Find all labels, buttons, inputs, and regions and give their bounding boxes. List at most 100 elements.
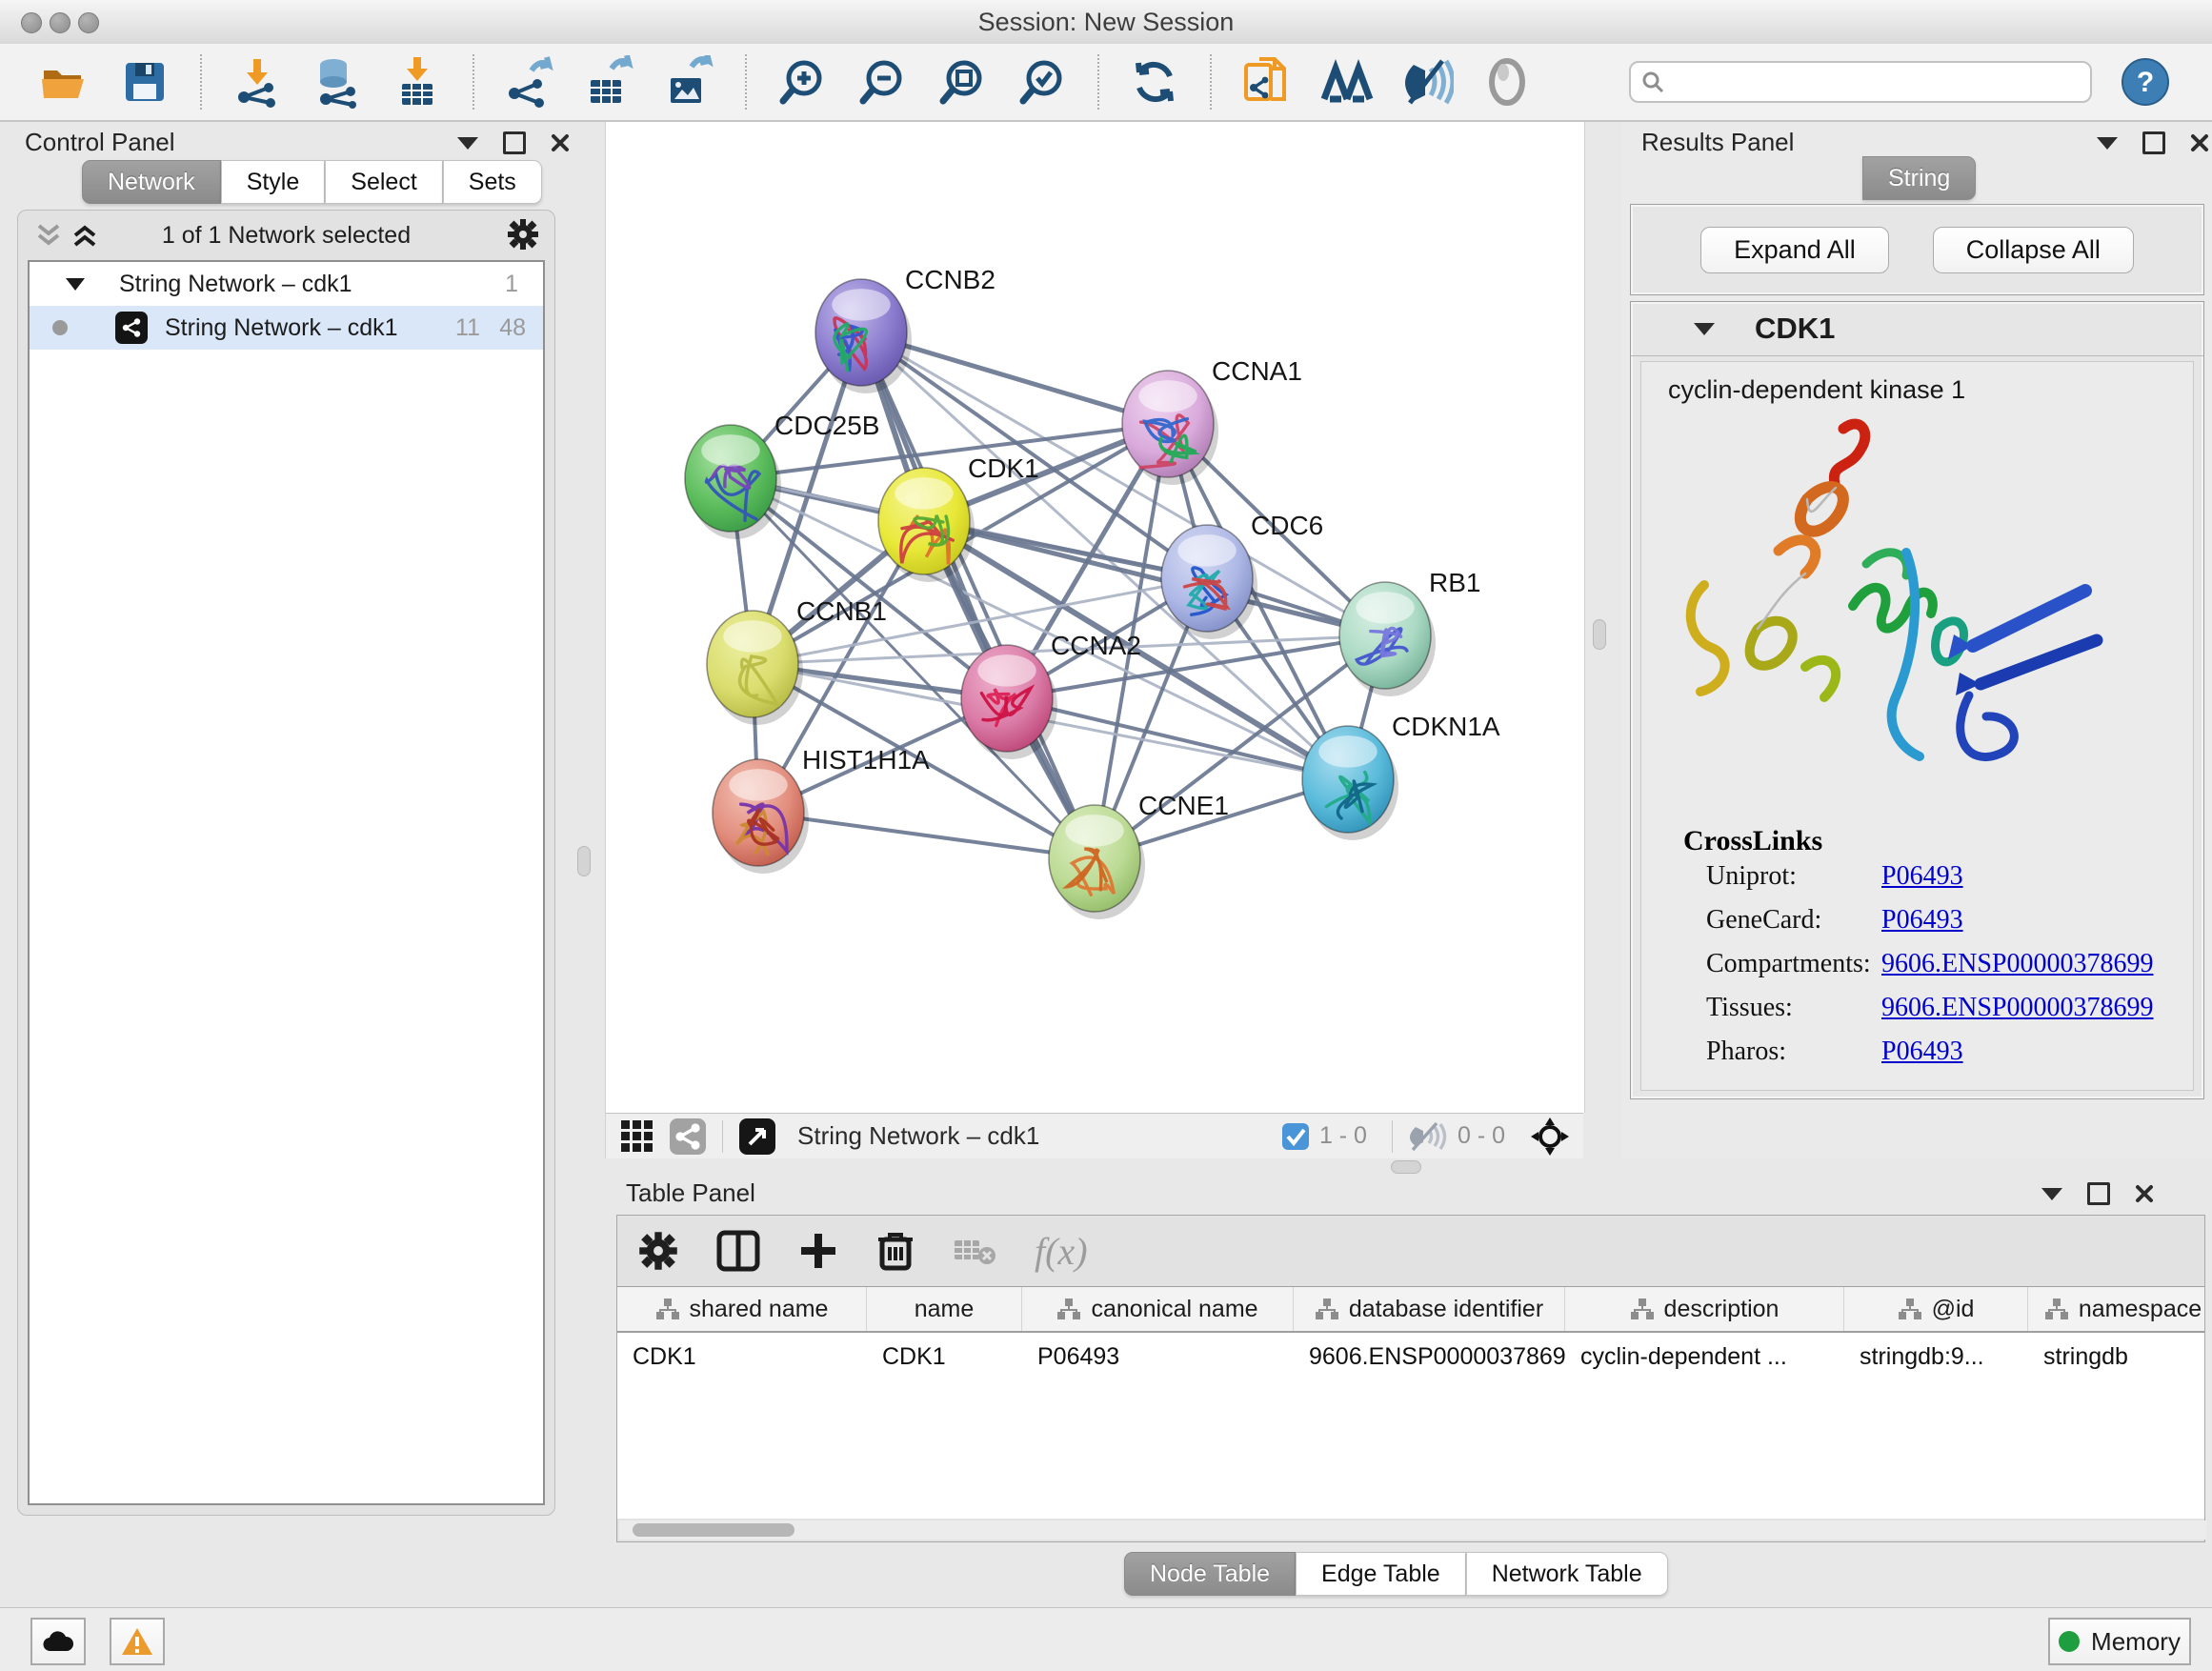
table-row[interactable]: CDK1CDK1P064939606.ENSP00000378699cyclin… [617, 1333, 2204, 1380]
hide-selected-icon[interactable] [1400, 55, 1454, 109]
cloud-icon [42, 1630, 74, 1653]
import-network-from-database-icon[interactable] [311, 55, 364, 109]
export-table-icon[interactable] [583, 55, 636, 109]
panel-menu-icon[interactable] [2097, 137, 2118, 150]
fit-content-crosshair-icon[interactable] [1530, 1117, 1570, 1157]
show-all-icon[interactable] [1480, 55, 1534, 109]
column-header-database-identifier[interactable]: database identifier [1294, 1287, 1565, 1331]
table-cell[interactable]: CDK1 [867, 1333, 1022, 1380]
panel-menu-icon[interactable] [457, 137, 478, 150]
tab-network-table[interactable]: Network Table [1466, 1552, 1668, 1596]
column-header-shared-name[interactable]: shared name [617, 1287, 867, 1331]
panel-float-icon[interactable] [503, 131, 526, 154]
gene-collapse-icon[interactable] [1694, 323, 1715, 335]
column-header-description[interactable]: description [1565, 1287, 1844, 1331]
new-network-from-selection-icon[interactable] [1240, 55, 1294, 109]
scrollbar-thumb[interactable] [633, 1523, 794, 1537]
expand-all-button[interactable]: Expand All [1700, 227, 1889, 273]
cloud-status-button[interactable] [30, 1618, 86, 1665]
apply-layout-icon[interactable] [1128, 55, 1181, 109]
tab-network[interactable]: Network [82, 160, 221, 204]
table-cell[interactable]: cyclin-dependent ... [1565, 1333, 1844, 1380]
network-node-CDKN1A[interactable]: CDKN1A [1302, 712, 1500, 840]
delete-column-icon[interactable] [876, 1230, 915, 1272]
crosslink-row: Tissues: 9606.ENSP00000378699 [1641, 993, 2193, 1037]
create-column-icon[interactable] [798, 1231, 838, 1271]
network-edge[interactable] [861, 332, 1095, 858]
network-row[interactable]: String Network – cdk1 11 48 [30, 306, 543, 350]
detach-view-icon[interactable] [738, 1117, 776, 1156]
memory-status-button[interactable]: Memory [2048, 1618, 2191, 1665]
zoom-fit-icon[interactable] [935, 55, 989, 109]
panel-close-icon[interactable] [551, 133, 570, 152]
gene-entry-header[interactable]: CDK1 [1631, 302, 2203, 356]
panel-float-icon[interactable] [2087, 1182, 2110, 1205]
crosslink-link[interactable]: P06493 [1881, 905, 1963, 936]
export-image-icon[interactable] [663, 55, 716, 109]
panel-close-icon[interactable] [2190, 133, 2209, 152]
column-header-canonical-name[interactable]: canonical name [1022, 1287, 1294, 1331]
import-network-icon[interactable] [231, 55, 284, 109]
network-edge[interactable] [1007, 698, 1348, 779]
tab-edge-table[interactable]: Edge Table [1296, 1552, 1466, 1596]
collection-count: 1 [505, 271, 518, 298]
crosslink-link[interactable]: P06493 [1881, 861, 1963, 892]
grid-view-icon[interactable] [619, 1118, 655, 1155]
table-options-gear-icon[interactable] [638, 1231, 678, 1271]
left-splitter-handle[interactable] [577, 846, 591, 876]
crosslink-link[interactable]: 9606.ENSP00000378699 [1881, 993, 2153, 1023]
table-type-tabs: Node Table Edge Table Network Table [1124, 1552, 1668, 1596]
crosslink-link[interactable]: 9606.ENSP00000378699 [1881, 949, 2153, 979]
warnings-button[interactable] [110, 1618, 165, 1665]
horizontal-splitter-handle[interactable] [1391, 1160, 1421, 1174]
column-header-@id[interactable]: @id [1844, 1287, 2028, 1331]
tab-string[interactable]: String [1862, 156, 1976, 200]
network-node-HIST1H1A[interactable]: HIST1H1A [713, 745, 930, 874]
table-horizontal-scrollbar[interactable] [619, 1520, 2206, 1540]
control-panel: Control Panel Network Style Select Sets … [0, 122, 605, 1607]
toolbar-separator [745, 54, 747, 110]
crosslink-row: Uniprot: P06493 [1641, 861, 2193, 905]
zoom-in-icon[interactable] [775, 55, 829, 109]
right-splitter-handle[interactable] [1593, 619, 1606, 650]
first-neighbors-icon[interactable] [1320, 55, 1374, 109]
tab-sets[interactable]: Sets [443, 160, 542, 204]
zoom-out-icon[interactable] [855, 55, 909, 109]
window-title: Session: New Session [0, 8, 2212, 37]
crosslink-link[interactable]: P06493 [1881, 1037, 1963, 1067]
table-cell[interactable]: stringdb [2028, 1333, 2204, 1380]
save-session-icon[interactable] [118, 55, 171, 109]
zoom-selected-icon[interactable] [1016, 55, 1069, 109]
network-node-CCNB1[interactable]: CCNB1 [707, 596, 887, 725]
tab-style[interactable]: Style [221, 160, 326, 204]
network-node-RB1[interactable]: RB1 [1339, 568, 1480, 696]
network-canvas[interactable]: CCNB2CCNA1CDC25BCDK1CDC6RB1CCNB1CCNA2CDK… [605, 122, 1585, 1113]
open-session-icon[interactable] [38, 55, 91, 109]
column-header-namespace[interactable]: namespace [2028, 1287, 2204, 1331]
network-options-gear-icon[interactable] [507, 218, 539, 251]
panel-close-icon[interactable] [2135, 1184, 2154, 1203]
panel-float-icon[interactable] [2142, 131, 2165, 154]
network-node-CDC6[interactable]: CDC6 [1161, 511, 1323, 639]
help-icon[interactable]: ? [2121, 57, 2170, 107]
table-cell[interactable]: 9606.ENSP00000378699 [1294, 1333, 1565, 1380]
node-label-CDK1: CDK1 [968, 453, 1039, 483]
export-network-icon[interactable] [503, 55, 556, 109]
show-columns-icon[interactable] [716, 1230, 760, 1272]
column-header-name[interactable]: name [867, 1287, 1022, 1331]
network-node-CDK1[interactable]: CDK1 [878, 453, 1039, 582]
table-cell[interactable]: CDK1 [617, 1333, 867, 1380]
table-cell[interactable]: stringdb:9... [1844, 1333, 2028, 1380]
collection-expand-icon[interactable] [66, 278, 85, 291]
birds-eye-view-icon[interactable] [669, 1117, 707, 1156]
tab-node-table[interactable]: Node Table [1124, 1552, 1296, 1596]
panel-menu-icon[interactable] [2041, 1188, 2062, 1200]
table-body: CDK1CDK1P064939606.ENSP00000378699cyclin… [617, 1333, 2204, 1380]
collapse-all-button[interactable]: Collapse All [1933, 227, 2134, 273]
import-table-icon[interactable] [391, 55, 444, 109]
table-cell[interactable]: P06493 [1022, 1333, 1294, 1380]
tab-select[interactable]: Select [325, 160, 442, 204]
network-collection-row[interactable]: String Network – cdk1 1 [30, 262, 543, 306]
search-input[interactable] [1629, 61, 2092, 103]
network-node-CCNE1[interactable]: CCNE1 [1049, 791, 1229, 919]
